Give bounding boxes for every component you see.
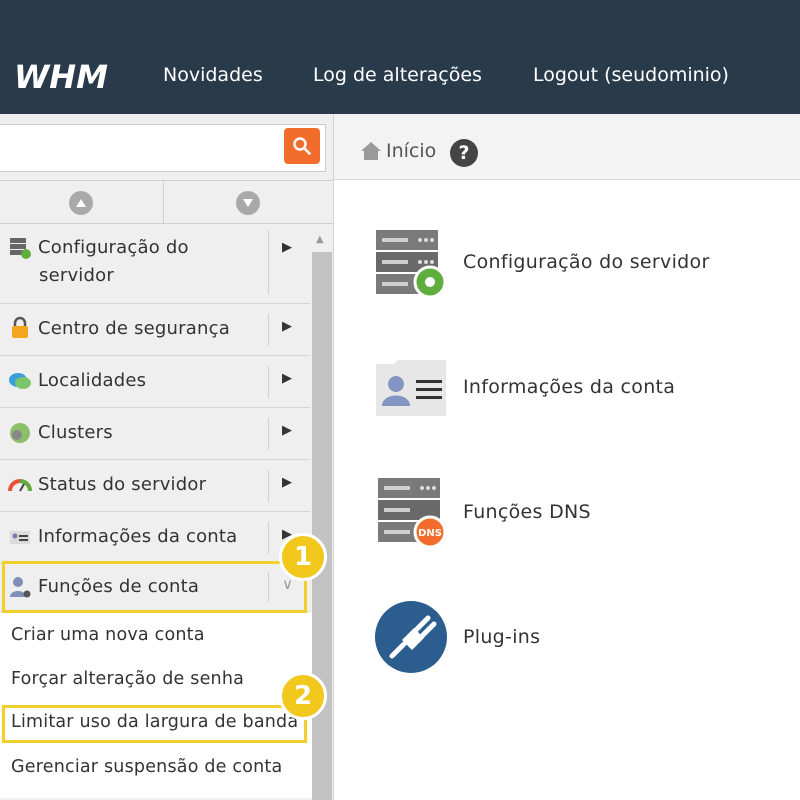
sidebar-item-locales[interactable]: Localidades ▶ [0, 356, 310, 408]
menu-separator [268, 230, 269, 294]
sidebar-item-server-status[interactable]: Status do servidor ▶ [0, 460, 310, 512]
sidebar-item-label: Status do servidor [38, 474, 207, 495]
arrow-right-icon[interactable]: ▶ [282, 371, 292, 386]
sidebar-item-label: Configuração do [38, 237, 189, 258]
menu-separator [268, 522, 269, 554]
breadcrumb-home[interactable]: Início [386, 140, 436, 162]
submenu-item-create-account[interactable]: Criar uma nova conta [11, 625, 205, 645]
sidebar-item-server-config[interactable]: Configuração do servidor ▶ [0, 224, 310, 304]
sidebar-item-label: Localidades [38, 370, 147, 391]
server-config-icon [10, 238, 31, 259]
lock-icon [12, 316, 28, 338]
sidebar-item-label: Centro de segurança [38, 318, 230, 339]
whm-logo[interactable]: WHM [12, 58, 132, 96]
gauge-icon [8, 479, 32, 492]
category-plugins[interactable]: Plug-ins [463, 626, 540, 648]
nav-novidades[interactable]: Novidades [163, 64, 263, 86]
menu-separator [268, 366, 269, 398]
sidebar-item-security[interactable]: Centro de segurança ▶ [0, 304, 310, 356]
arrow-right-icon[interactable]: ▶ [282, 319, 292, 334]
account-info-icon [10, 531, 30, 544]
submenu-item-force-password[interactable]: Forçar alteração de senha [11, 669, 244, 689]
sidebar-item-label: Clusters [38, 422, 113, 443]
top-bar [0, 0, 800, 114]
arrow-right-icon[interactable]: ▶ [282, 423, 292, 438]
clusters-icon [10, 423, 30, 443]
triangle-up-icon [76, 199, 86, 207]
dns-badge-text: DNS [418, 528, 442, 539]
dns-server-icon[interactable]: DNS [374, 474, 448, 548]
search-icon [293, 137, 311, 155]
collapse-row [0, 180, 333, 224]
plug-icon[interactable] [374, 600, 448, 674]
menu-separator [268, 314, 269, 346]
triangle-down-icon [243, 199, 253, 207]
help-icon[interactable]: ? [450, 139, 478, 167]
highlight-box-1 [2, 561, 307, 613]
arrow-right-icon[interactable]: ▶ [282, 475, 292, 490]
category-account-info[interactable]: Informações da conta [463, 376, 675, 398]
category-server-config[interactable]: Configuração do servidor [463, 251, 710, 273]
id-card-icon[interactable] [374, 354, 448, 428]
annotation-badge-1: 1 [279, 533, 327, 581]
sidebar-item-account-info[interactable]: Informações da conta ▶ [0, 512, 310, 564]
search-input[interactable] [0, 124, 326, 172]
locale-icon [9, 373, 31, 389]
highlight-box-2 [2, 705, 307, 743]
category-dns-functions[interactable]: Funções DNS [463, 501, 591, 523]
home-icon[interactable] [360, 141, 382, 161]
arrow-right-icon[interactable]: ▶ [282, 240, 292, 255]
nav-logout[interactable]: Logout (seudominio) [533, 64, 729, 86]
nav-changelog[interactable]: Log de alterações [313, 64, 482, 86]
annotation-badge-2: 2 [279, 672, 327, 720]
sidebar-item-label: servidor [39, 265, 114, 286]
sidebar-item-label: Informações da conta [38, 526, 238, 547]
sidebar-item-clusters[interactable]: Clusters ▶ [0, 408, 310, 460]
submenu-item-manage-suspension[interactable]: Gerenciar suspensão de conta [11, 757, 282, 777]
menu-separator [268, 418, 269, 450]
sidebar-scrollbar[interactable] [312, 252, 332, 800]
scroll-arrow-up-icon[interactable]: ▲ [316, 234, 324, 245]
collapse-divider [163, 181, 164, 223]
server-gear-icon[interactable] [374, 226, 448, 300]
scroll-up-button[interactable] [69, 191, 93, 215]
scroll-down-button[interactable] [236, 191, 260, 215]
logo-text: WHM [14, 58, 108, 96]
menu-separator [268, 470, 269, 502]
search-button[interactable] [284, 128, 320, 164]
